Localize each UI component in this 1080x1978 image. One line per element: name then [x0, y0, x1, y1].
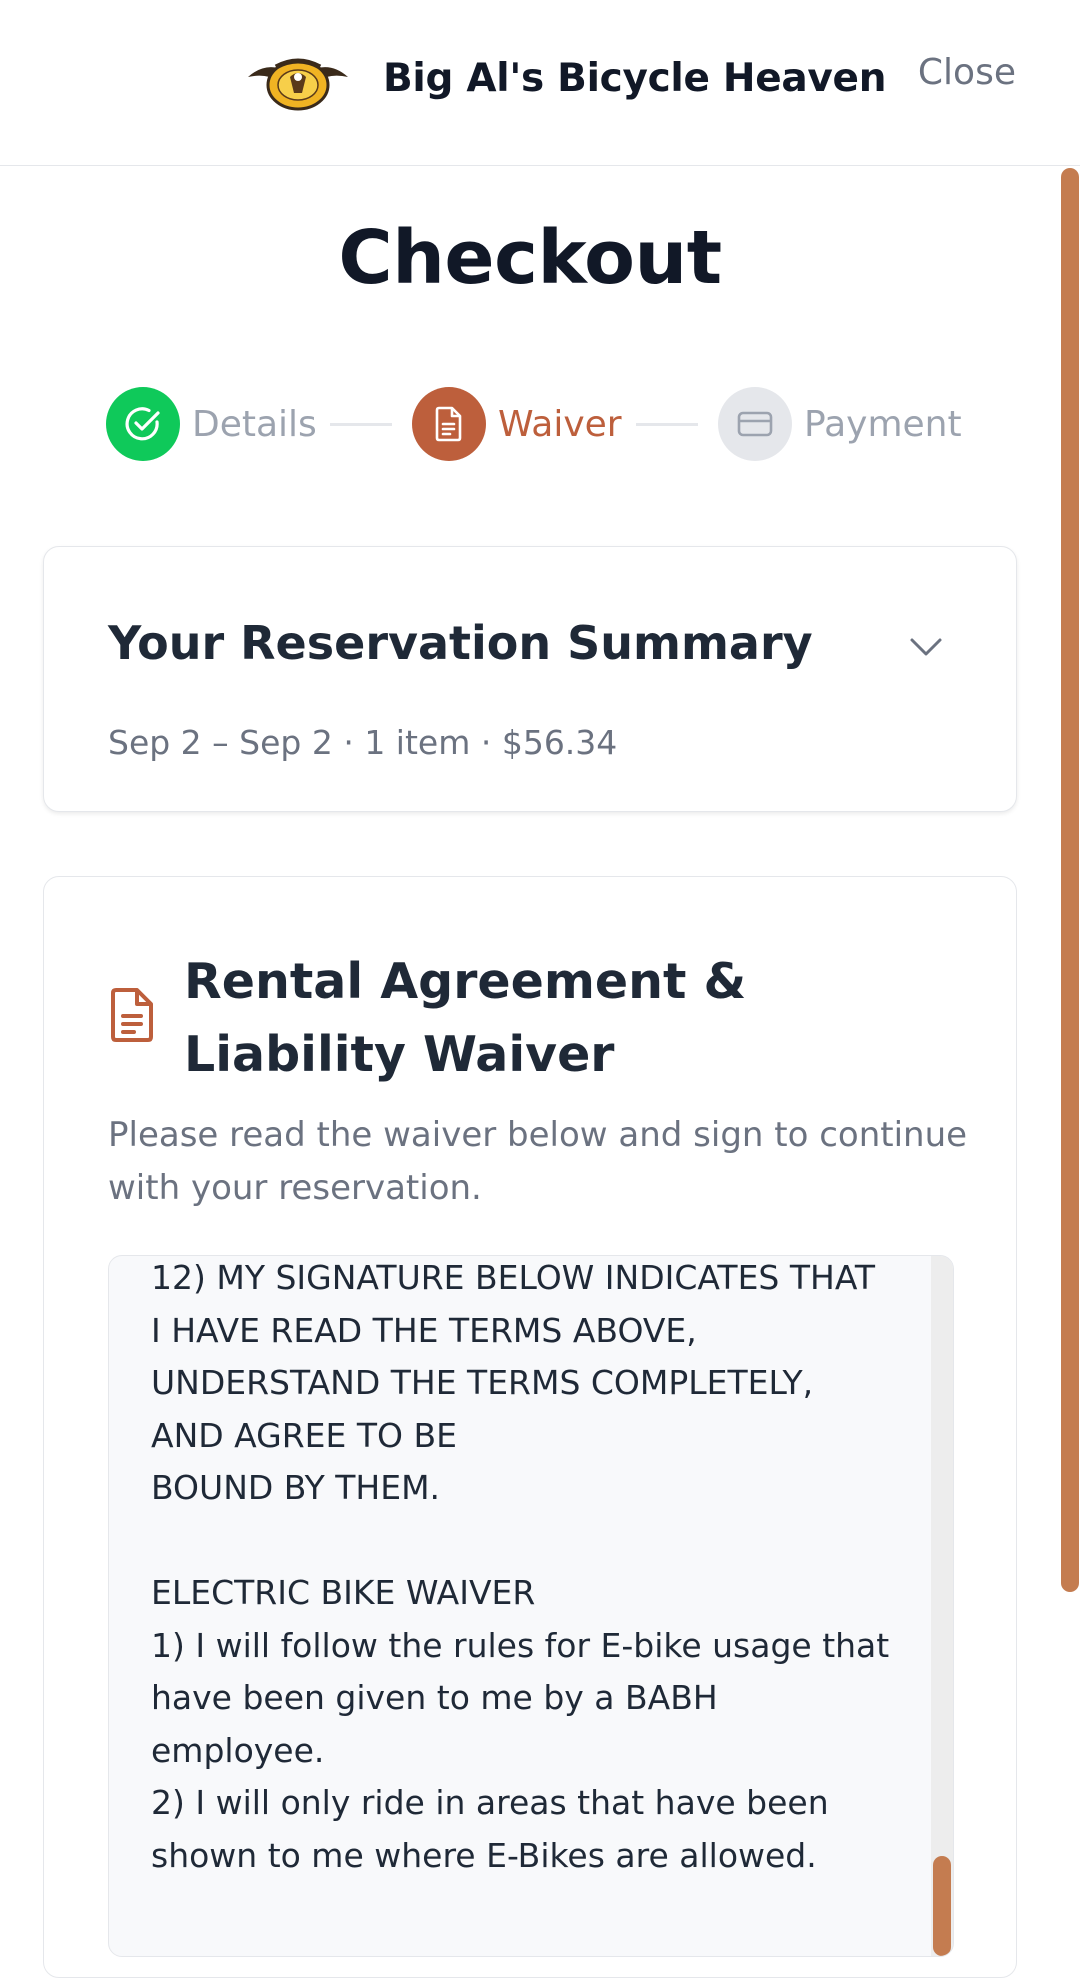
page-title: Checkout: [338, 215, 722, 301]
step-waiver: Waiver: [412, 387, 622, 461]
step-waiver-circle: [412, 387, 486, 461]
waiver-text-scrollbox[interactable]: 12) MY SIGNATURE BELOW INDICATES THAT I …: [108, 1255, 954, 1957]
check-circle-icon: [125, 407, 160, 441]
step-payment: Payment: [718, 387, 962, 461]
waiver-title: Rental Agreement & Liability Waiver: [184, 953, 747, 1083]
credit-card-icon: [737, 411, 773, 437]
brand-name: Big Al's Bicycle Heaven: [383, 56, 887, 101]
chevron-down-icon[interactable]: [906, 627, 946, 667]
app-header: Big Al's Bicycle Heaven Close: [0, 0, 1080, 166]
summary-title: Your Reservation Summary: [108, 616, 813, 670]
waiver-description: Please read the waiver below and sign to…: [108, 1115, 968, 1208]
checkout-stepper: Details Waiver Payment: [106, 387, 966, 461]
eagle-logo-icon: [248, 58, 348, 111]
close-button[interactable]: Close: [918, 52, 1016, 93]
step-connector: [636, 423, 698, 426]
step-payment-label: Payment: [804, 403, 962, 445]
waiver-text: 12) MY SIGNATURE BELOW INDICATES THAT I …: [151, 1258, 890, 1875]
step-details-circle: [106, 387, 180, 461]
document-icon: [111, 988, 153, 1042]
page-scrollbar-thumb[interactable]: [1061, 168, 1079, 1592]
step-details: Details: [106, 387, 317, 461]
reservation-summary-card[interactable]: Your Reservation Summary Sep 2 – Sep 2 ·…: [43, 546, 1017, 812]
step-connector: [330, 423, 392, 426]
step-payment-circle: [718, 387, 792, 461]
waiver-card: Rental Agreement & Liability Waiver Plea…: [43, 876, 1017, 1978]
summary-details: Sep 2 – Sep 2 · 1 item · $56.34: [108, 723, 618, 762]
document-icon: [435, 406, 462, 442]
waiver-scrollbar-thumb[interactable]: [933, 1856, 951, 1956]
waiver-scrollbar-track[interactable]: [931, 1256, 953, 1956]
step-waiver-label: Waiver: [498, 403, 622, 445]
step-details-label: Details: [192, 403, 317, 445]
